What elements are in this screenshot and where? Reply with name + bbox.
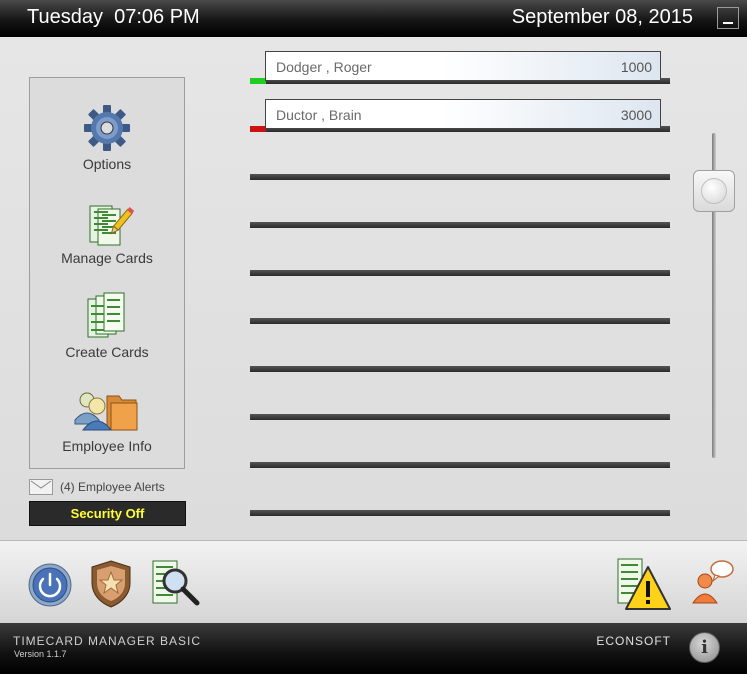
- empty-slot: [250, 173, 670, 180]
- slot-divider: [250, 462, 670, 468]
- empty-slot: [250, 269, 670, 276]
- employee-name: Ductor , Brain: [276, 107, 362, 123]
- title-bar: Tuesday 07:06 PM September 08, 2015: [0, 0, 747, 37]
- info-button[interactable]: i: [689, 632, 720, 663]
- security-shield-icon: [91, 560, 131, 608]
- empty-slot: [250, 317, 670, 324]
- manage-cards-icon: [89, 205, 134, 246]
- menu-create-cards[interactable]: Create Cards: [30, 292, 184, 362]
- empty-slot: [250, 461, 670, 468]
- employee-name: Dodger , Roger: [276, 59, 372, 75]
- menu-manage-cards[interactable]: Manage Cards: [30, 200, 184, 268]
- date-label: September 08, 2015: [511, 6, 693, 28]
- alert-cards-button[interactable]: [616, 557, 672, 616]
- support-chat-button[interactable]: [691, 559, 735, 614]
- time-card[interactable]: Dodger , Roger 1000: [265, 51, 661, 81]
- slot-divider: [250, 174, 670, 180]
- envelope-icon: [29, 479, 53, 495]
- app-name: TIMECARD MANAGER BASIC: [13, 634, 202, 648]
- time-label: 07:06 PM: [114, 6, 200, 28]
- slot-divider: [250, 414, 670, 420]
- power-button[interactable]: [27, 562, 73, 613]
- menu-create-cards-label: Create Cards: [65, 344, 149, 360]
- search-cards-icon: [152, 560, 200, 606]
- slot-divider: [250, 270, 670, 276]
- menu-employee-info[interactable]: Employee Info: [30, 386, 184, 456]
- status-indicator-out: [250, 126, 266, 132]
- slot-divider: [250, 222, 670, 228]
- alert-cards-icon: [617, 558, 671, 610]
- brand-name: ECONSOFT: [596, 634, 671, 648]
- empty-slot: [250, 365, 670, 372]
- menu-options[interactable]: Options: [30, 104, 184, 174]
- power-icon: [28, 563, 72, 607]
- time-card[interactable]: Ductor , Brain 3000: [265, 99, 661, 129]
- gear-icon: [84, 105, 130, 151]
- menu-employee-info-label: Employee Info: [62, 438, 152, 454]
- empty-slot: [250, 509, 670, 516]
- employee-id: 3000: [620, 107, 652, 123]
- menu-manage-cards-label: Manage Cards: [61, 250, 153, 266]
- employee-info-icon: [74, 392, 138, 431]
- employee-alerts-label: (4) Employee Alerts: [60, 480, 165, 494]
- day-label: Tuesday: [27, 6, 103, 28]
- search-cards-button[interactable]: [151, 559, 203, 614]
- support-chat-icon: [692, 560, 734, 604]
- day-time: Tuesday 07:06 PM: [27, 6, 200, 29]
- card-slot-1: Dodger , Roger 1000: [250, 51, 670, 84]
- thumb-knob: [701, 178, 727, 204]
- status-footer: TIMECARD MANAGER BASIC Version 1.1.7 ECO…: [0, 623, 747, 674]
- security-button[interactable]: [89, 559, 133, 614]
- employee-id: 1000: [620, 59, 652, 75]
- slot-divider: [250, 366, 670, 372]
- empty-slot: [250, 413, 670, 420]
- scroll-thumb[interactable]: [693, 170, 735, 212]
- slot-divider: [250, 318, 670, 324]
- empty-slot: [250, 221, 670, 228]
- minimize-button[interactable]: [717, 7, 739, 29]
- app-version: Version 1.1.7: [14, 649, 67, 659]
- side-menu: Options Manage Cards Create Cards Employ…: [29, 77, 185, 469]
- security-status[interactable]: Security Off: [29, 501, 186, 526]
- card-slot-2: Ductor , Brain 3000: [250, 99, 670, 132]
- minimize-icon: [723, 22, 733, 24]
- menu-options-label: Options: [82, 156, 132, 172]
- status-indicator-in: [250, 78, 266, 84]
- slot-divider: [250, 510, 670, 516]
- create-cards-icon: [87, 292, 125, 338]
- bottom-toolbar: [0, 540, 747, 623]
